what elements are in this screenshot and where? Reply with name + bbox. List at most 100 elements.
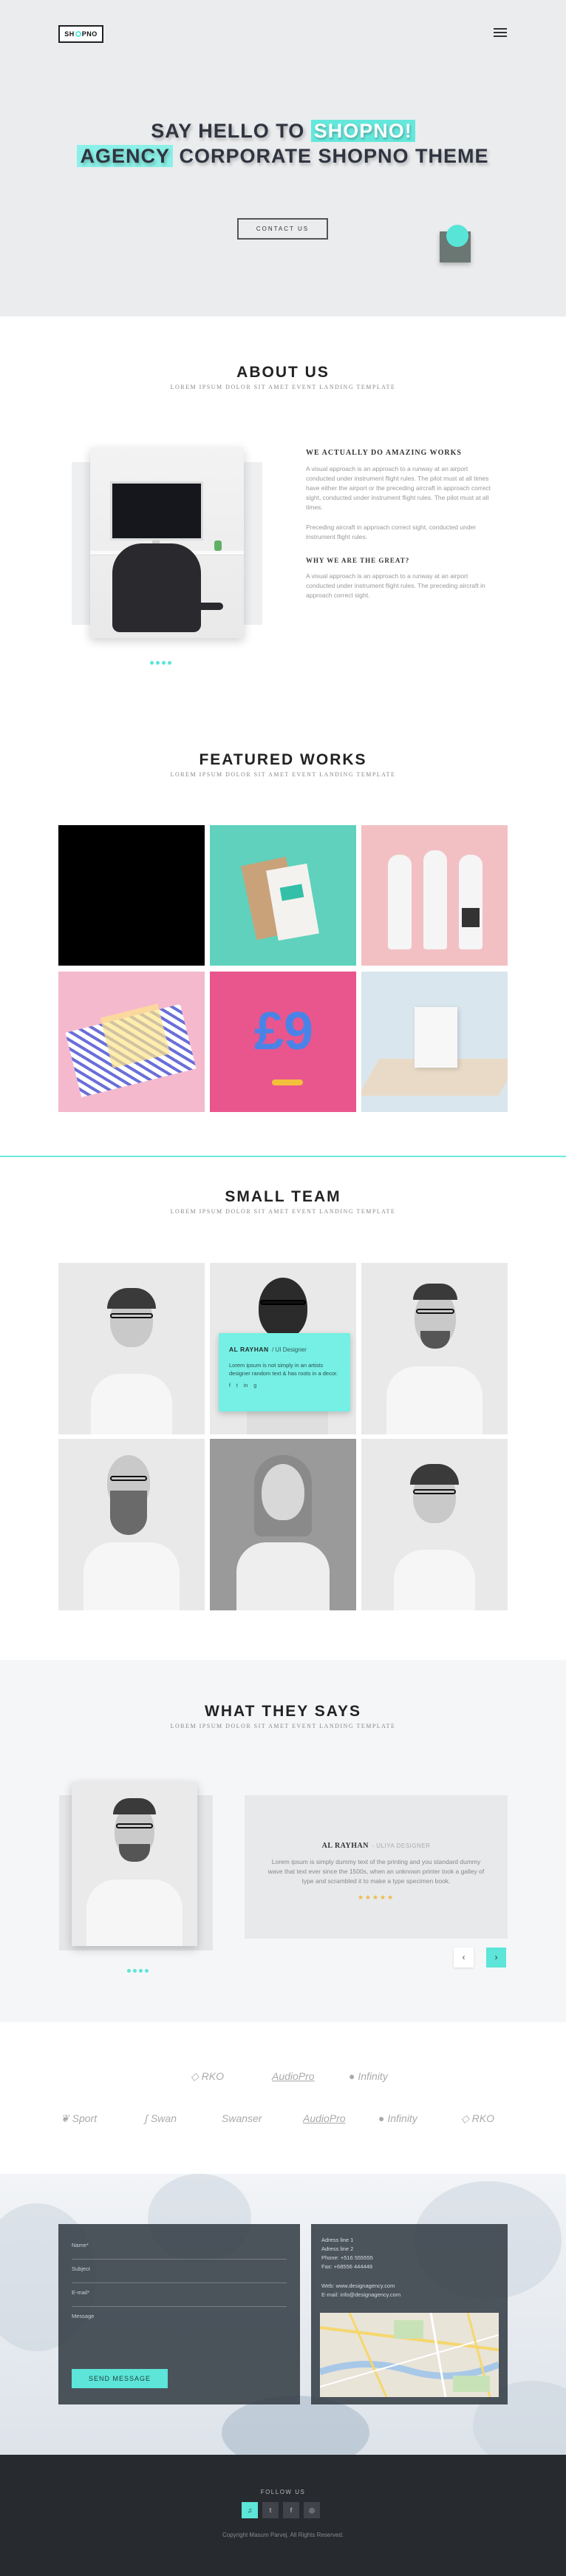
address-line-2: Adress line 2 [321,2245,354,2252]
about-title: ABOUT US [236,364,330,381]
about-paragraph-3: A visual approach is an approach to a ru… [306,572,485,599]
brand-name: RKO [201,2070,224,2082]
rating-stars: ★★★★★ [357,1894,395,1901]
soundcloud-icon[interactable]: ♫ [242,2502,258,2518]
facebook-icon[interactable]: f [283,2502,299,2518]
linkedin-icon[interactable]: in [244,1383,248,1389]
facebook-icon[interactable]: f [229,1383,231,1389]
brands-section [0,2022,566,2174]
team-card-role: / UI Designer [272,1346,307,1353]
logo-text-right: PNO [81,30,98,38]
testimonial-photo [72,1782,197,1946]
testimonial-quote: Lorem ipsum is simply dummy text of the … [267,1858,485,1885]
hero-line1-plain: SAY HELLO TO [151,120,305,142]
about-slider-dots[interactable] [150,655,174,668]
name-field[interactable]: Name* [72,2236,287,2260]
about-paragraph-1: A visual approach is an approach to a ru… [306,465,491,511]
works-subtitle: LOREM IPSUM DOLOR SIT AMET EVENT LANDING… [170,771,396,778]
brand-name: Swanser [222,2112,262,2124]
about-subtitle: LOREM IPSUM DOLOR SIT AMET EVENT LANDING… [170,384,396,390]
brand-logo-sport[interactable]: ❦ Sport [61,2112,97,2125]
phone: Phone: +516 555555 [321,2254,373,2261]
send-message-button[interactable]: SEND MESSAGE [72,2369,168,2388]
work-item-2[interactable] [210,825,356,966]
google-icon[interactable]: g [253,1383,256,1389]
team-member-3[interactable] [361,1263,508,1434]
brand-logo-swan[interactable]: ʃ Swan [145,2112,177,2124]
next-arrow-icon[interactable]: › [486,1948,506,1967]
hero-line1-highlight: SHOPNO! [310,120,415,142]
about-image [90,447,244,638]
instagram-icon[interactable]: ◎ [304,2502,320,2518]
work-item-5[interactable]: £9 [210,972,356,1112]
testimonial-content: AL RAYHAN - ULIYA DESIGNER Lorem ipsum i… [245,1795,508,1939]
location-map[interactable] [320,2313,499,2397]
brand-name: AudioPro [272,2070,315,2082]
logo-ring-icon [75,31,81,37]
brand-logo-infinity[interactable]: ● Infinity [349,2070,388,2082]
footer-social: ♫ t f ◎ [241,2502,325,2518]
team-card-description: Lorem ipsum is not simply in an artists … [229,1362,338,1377]
team-card-title: AL RAYHAN / UI Designer [229,1342,340,1355]
hero-section: SH PNO SAY HELLO TO SHOPNO! AGENCY CORPOR… [0,0,566,316]
footer: FOLLOW US ♫ t f ◎ Copyright Masum Parvej. A… [0,2455,566,2576]
brand-name: Swan [150,2112,177,2124]
message-field[interactable]: Message [72,2307,287,2331]
prev-arrow-icon[interactable]: ‹ [454,1948,474,1967]
section-divider [0,1156,566,1157]
testimonial-role: - ULIYA DESIGNER [372,1843,431,1849]
subject-field[interactable]: Subject [72,2260,287,2283]
brand-name: Infinity [387,2112,417,2124]
about-paragraph-2: Preceding aircraft in approach correct s… [306,523,477,540]
about-heading-2: WHY WE ARE THE GREAT? [306,557,410,564]
work-item-4[interactable] [58,972,205,1112]
hamburger-menu-icon[interactable] [494,28,507,38]
team-hover-card: AL RAYHAN / UI Designer Lorem ipsum is n… [219,1333,350,1411]
team-subtitle: LOREM IPSUM DOLOR SIT AMET EVENT LANDING… [170,1208,396,1215]
twitter-icon[interactable]: t [262,2502,279,2518]
work-item-1[interactable] [58,825,205,966]
team-member-5[interactable] [210,1439,356,1610]
hero-line2-highlight: AGENCY [77,145,173,167]
brand-name: AudioPro [303,2112,346,2124]
address-line-1: Adress line 1 [321,2237,354,2243]
twitter-icon[interactable]: t [236,1383,238,1389]
hero-title: SAY HELLO TO SHOPNO! AGENCY CORPORATE SH… [0,118,566,169]
testimonials-title: WHAT THEY SAYS [205,1703,361,1720]
team-title: SMALL TEAM [225,1188,341,1205]
about-heading-1: WE ACTUALLY DO AMAZING WORKS [306,449,462,457]
contact-form: Name* Subject E-mail* Message SEND MESSA… [58,2224,300,2404]
team-card-social: f t in g [229,1383,340,1389]
about-text: WE ACTUALLY DO AMAZING WORKS A visual ap… [306,449,498,600]
website[interactable]: Web: www.designagency.com [321,2282,497,2291]
team-member-4[interactable] [58,1439,205,1610]
brand-logo-rko-2[interactable]: ◇ RKO [461,2112,494,2125]
works-title: FEATURED WORKS [199,751,367,768]
brand-logo-audiopro[interactable]: AudioPro [272,2070,315,2082]
team-member-6[interactable] [361,1439,508,1610]
brand-logo-swanser[interactable]: Swanser [222,2112,262,2124]
contact-info: Adress line 1 Adress line 2 Phone: +516 … [311,2224,508,2404]
brand-name: Sport [72,2112,98,2124]
brand-logo-rko[interactable]: ◇ RKO [191,2070,224,2083]
brand-name: Infinity [358,2070,388,2082]
work-item-3[interactable] [361,825,508,966]
hero-line2-plain: CORPORATE SHOPNO THEME [179,145,489,167]
logo-text-left: SH [64,30,75,38]
brand-logo-infinity-2[interactable]: ● Infinity [378,2112,417,2124]
follow-us-label: FOLLOW US [260,2489,306,2495]
fax: Fax: +68556 444448 [321,2263,373,2270]
team-member-1[interactable] [58,1263,205,1434]
testimonial-slider-dots[interactable] [127,1963,151,1976]
contact-us-button[interactable]: CONTACT US [237,218,328,240]
brand-logo-audiopro-2[interactable]: AudioPro [303,2112,346,2124]
team-card-name: AL RAYHAN [229,1346,269,1353]
logo[interactable]: SH PNO [58,25,103,43]
work-item-6[interactable] [361,972,508,1112]
email-field[interactable]: E-mail* [72,2283,287,2307]
testimonials-subtitle: LOREM IPSUM DOLOR SIT AMET EVENT LANDING… [170,1723,396,1729]
testimonial-name: AL RAYHAN [321,1842,369,1850]
scroll-widget-icon[interactable] [440,225,471,262]
email[interactable]: E-mail: info@designagency.com [321,2291,497,2299]
brand-name: RKO [471,2112,494,2124]
